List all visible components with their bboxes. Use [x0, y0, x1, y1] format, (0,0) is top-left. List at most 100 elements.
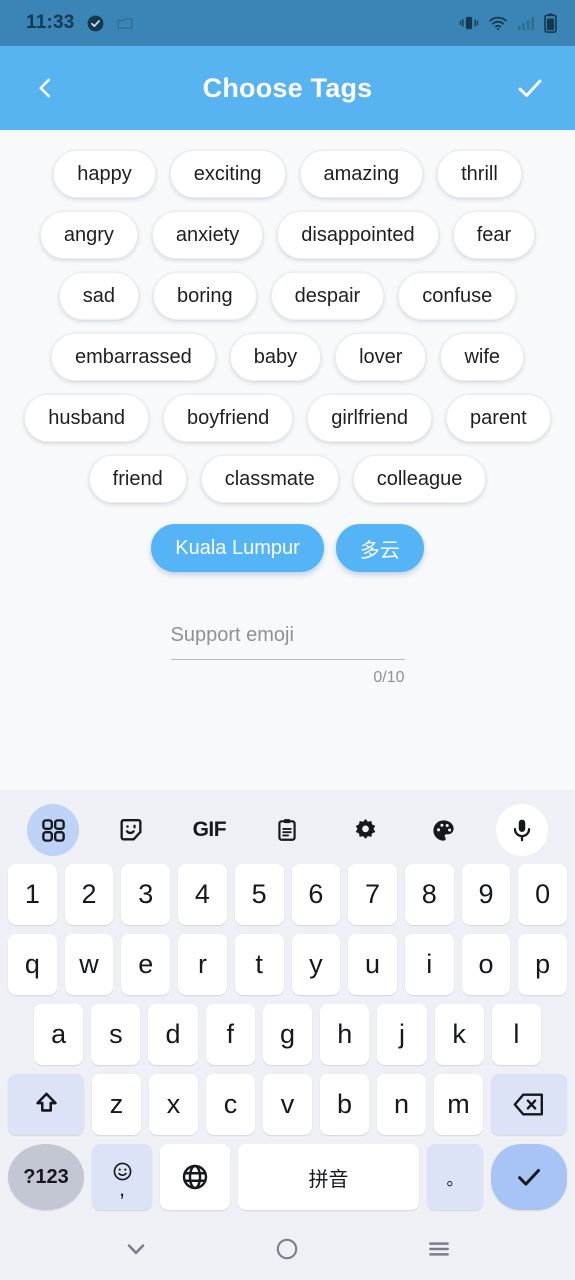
key-s[interactable]: s [91, 1004, 141, 1065]
selected-tag-row: Kuala Lumpur 多云 [14, 524, 561, 572]
app-bar: Choose Tags [0, 46, 575, 130]
key-g[interactable]: g [262, 1004, 313, 1065]
tag-friend[interactable]: friend [88, 455, 187, 503]
key-u[interactable]: u [348, 934, 397, 995]
keyboard-tool-settings[interactable] [327, 804, 405, 856]
keyboard-tool-gif[interactable]: GIF [170, 804, 248, 856]
language-key[interactable] [160, 1144, 230, 1210]
tag-parent[interactable]: parent [446, 394, 551, 442]
tag-baby[interactable]: baby [229, 333, 322, 381]
key-q[interactable]: q [7, 934, 57, 995]
keyboard-row-numbers: 1 2 3 4 5 6 7 8 9 0 [0, 864, 575, 925]
key-3[interactable]: 3 [121, 864, 171, 925]
system-nav-bar [0, 1218, 575, 1280]
key-m[interactable]: m [434, 1074, 483, 1135]
tag-embarrassed[interactable]: embarrassed [50, 333, 216, 381]
gear-icon [355, 818, 376, 839]
key-d[interactable]: d [148, 1004, 198, 1065]
symbols-key[interactable]: ?123 [8, 1144, 84, 1210]
tag-classmate[interactable]: classmate [200, 455, 339, 503]
key-t[interactable]: t [234, 934, 284, 995]
period-key[interactable]: 。 [427, 1144, 483, 1210]
key-1[interactable]: 1 [7, 864, 57, 925]
tag-amazing[interactable]: amazing [299, 150, 424, 198]
chevron-left-icon [39, 78, 51, 98]
tag-despair[interactable]: despair [270, 272, 385, 320]
key-2[interactable]: 2 [64, 864, 114, 925]
key-z[interactable]: z [92, 1074, 141, 1135]
key-n[interactable]: n [377, 1074, 426, 1135]
key-b[interactable]: b [320, 1074, 369, 1135]
key-p[interactable]: p [518, 934, 568, 995]
confirm-button[interactable] [507, 65, 553, 111]
keyboard: GIF 1 2 3 4 5 6 7 8 9 0 q w e r t y u i … [0, 790, 575, 1218]
key-y[interactable]: y [291, 934, 341, 995]
back-button[interactable] [22, 65, 68, 111]
circle-icon [277, 1238, 298, 1260]
custom-tag-input[interactable]: Support emoji [170, 624, 405, 660]
keyboard-tool-voice[interactable] [483, 804, 561, 856]
keyboard-row-bottom: z x c v b n m [0, 1074, 575, 1135]
key-o[interactable]: o [461, 934, 511, 995]
tag-row: happy exciting amazing thrill [14, 150, 561, 198]
tag-thrill[interactable]: thrill [437, 150, 522, 198]
key-0[interactable]: 0 [518, 864, 568, 925]
enter-key[interactable] [491, 1144, 567, 1210]
signal-icon [517, 16, 535, 31]
key-x[interactable]: x [149, 1074, 198, 1135]
keyboard-tool-grid[interactable] [14, 804, 92, 856]
tag-wife[interactable]: wife [440, 333, 525, 381]
shift-key[interactable] [8, 1074, 84, 1135]
tag-weather-cloudy[interactable]: 多云 [335, 524, 424, 572]
backspace-key[interactable] [491, 1074, 567, 1135]
key-r[interactable]: r [178, 934, 227, 995]
key-6[interactable]: 6 [291, 864, 341, 925]
space-key[interactable]: 拼音 [238, 1144, 419, 1210]
key-l[interactable]: l [491, 1004, 541, 1065]
tag-confuse[interactable]: confuse [398, 272, 517, 320]
tag-lover[interactable]: lover [335, 333, 427, 381]
tag-colleague[interactable]: colleague [352, 455, 487, 503]
key-h[interactable]: h [320, 1004, 370, 1065]
tag-exciting[interactable]: exciting [169, 150, 286, 198]
backspace-icon [513, 1093, 543, 1116]
tag-happy[interactable]: happy [53, 150, 156, 198]
key-8[interactable]: 8 [404, 864, 454, 925]
key-9[interactable]: 9 [461, 864, 511, 925]
emoji-comma-key[interactable]: , [92, 1144, 152, 1210]
keyboard-tool-theme[interactable] [405, 804, 483, 856]
key-v[interactable]: v [263, 1074, 312, 1135]
key-k[interactable]: k [434, 1004, 484, 1065]
key-j[interactable]: j [377, 1004, 427, 1065]
tag-boring[interactable]: boring [152, 272, 257, 320]
tag-husband[interactable]: husband [24, 394, 150, 442]
tag-kuala-lumpur[interactable]: Kuala Lumpur [151, 524, 324, 572]
nav-back-button[interactable] [109, 1227, 163, 1271]
key-w[interactable]: w [64, 934, 114, 995]
tag-girlfriend[interactable]: girlfriend [307, 394, 432, 442]
key-5[interactable]: 5 [234, 864, 284, 925]
key-c[interactable]: c [206, 1074, 255, 1135]
nav-home-button[interactable] [260, 1227, 314, 1271]
key-e[interactable]: e [121, 934, 171, 995]
nav-recents-button[interactable] [412, 1227, 466, 1271]
key-4[interactable]: 4 [178, 864, 227, 925]
key-a[interactable]: a [34, 1004, 84, 1065]
tag-angry[interactable]: angry [39, 211, 138, 259]
check-icon [518, 1169, 540, 1186]
tag-row: embarrassed baby lover wife [14, 333, 561, 381]
keyboard-tool-sticker[interactable] [92, 804, 170, 856]
tag-anxiety[interactable]: anxiety [151, 211, 264, 259]
chevron-down-icon [127, 1244, 145, 1255]
keyboard-row-home: a s d f g h j k l [0, 1004, 575, 1065]
tag-fear[interactable]: fear [452, 211, 536, 259]
key-f[interactable]: f [205, 1004, 255, 1065]
key-i[interactable]: i [404, 934, 454, 995]
keyboard-toolbar: GIF [0, 796, 575, 864]
keyboard-tool-clipboard[interactable] [248, 804, 326, 856]
key-7[interactable]: 7 [348, 864, 397, 925]
tag-sad[interactable]: sad [58, 272, 139, 320]
grid-icon [41, 818, 65, 842]
tag-boyfriend[interactable]: boyfriend [163, 394, 294, 442]
tag-disappointed[interactable]: disappointed [277, 211, 439, 259]
